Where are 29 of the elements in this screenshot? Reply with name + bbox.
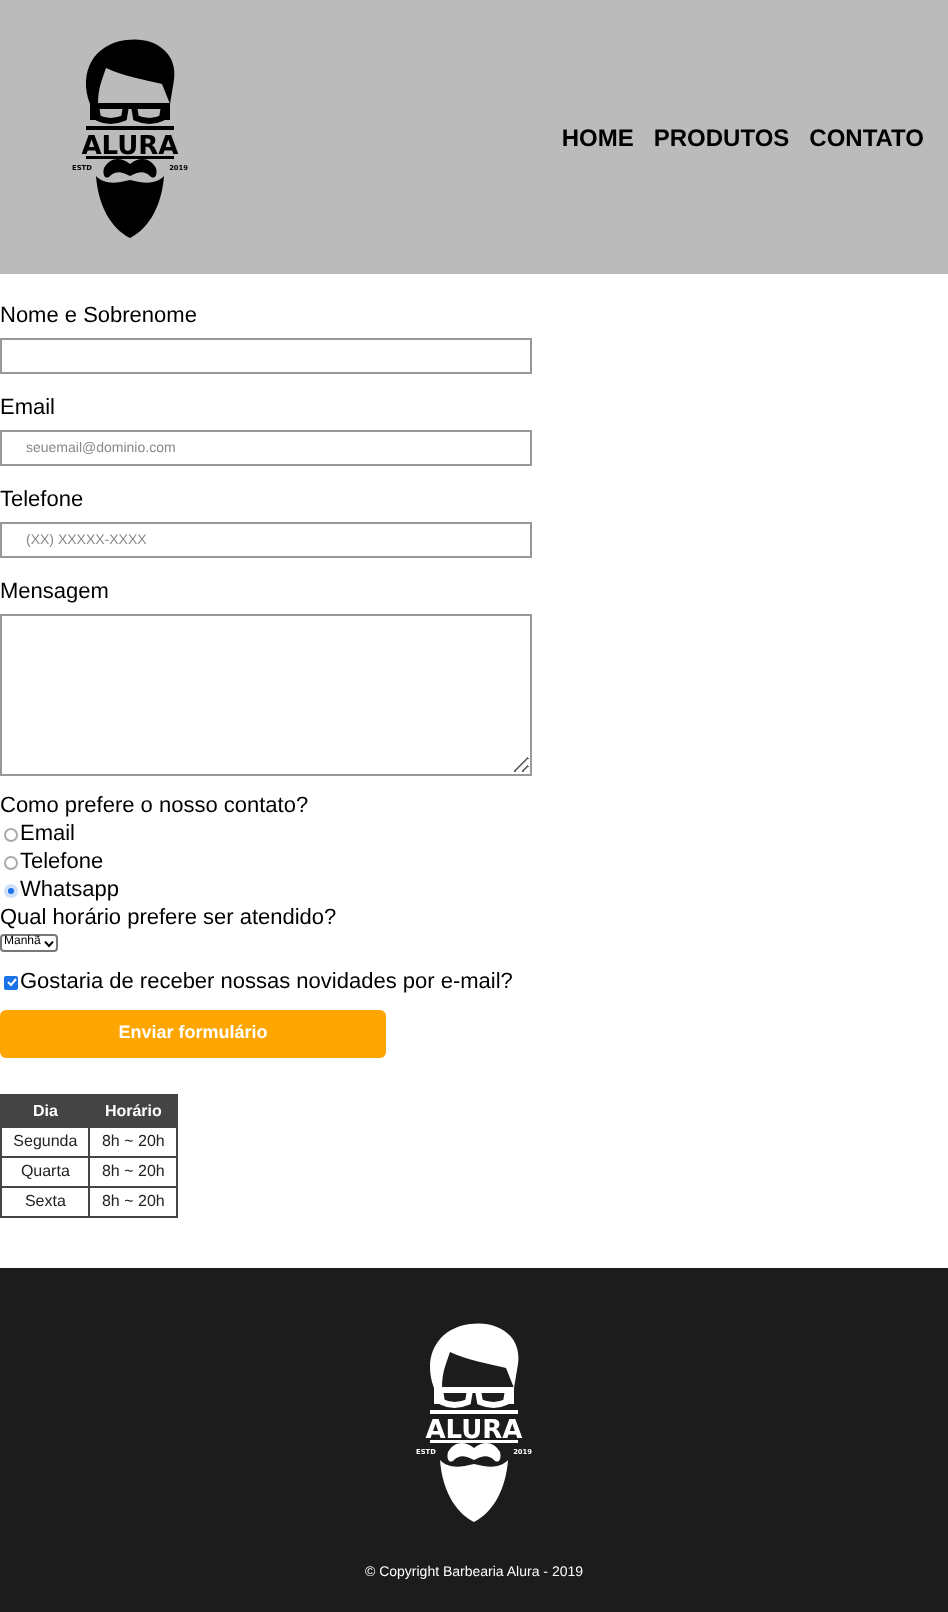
question-text: Qual horário prefere ser atendido? xyxy=(0,904,339,932)
radio-label: Telefone xyxy=(20,847,104,878)
table-cell: Sexta xyxy=(1,1187,90,1217)
caret-icon xyxy=(44,939,55,947)
nav-link[interactable]: PRODUTOS xyxy=(653,119,790,155)
radio-button[interactable] xyxy=(4,855,18,869)
input-field[interactable] xyxy=(0,338,532,374)
table-cell: 8h ~ 20h xyxy=(89,1127,177,1157)
table-cell: Segunda xyxy=(1,1127,90,1157)
logo-wordmark: ALURA xyxy=(425,1416,523,1446)
radio-label: Email xyxy=(20,819,76,850)
nav-link[interactable]: HOME xyxy=(561,119,634,155)
checkbox-label: Gostaria de receber nossas novidades por e-mail? xyxy=(20,967,513,998)
message-field[interactable] xyxy=(0,614,532,776)
table-cell: 8h ~ 20h xyxy=(89,1157,177,1187)
radio-button[interactable] xyxy=(4,827,18,841)
checkbox[interactable] xyxy=(4,975,18,989)
logo-wordmark: ALURA xyxy=(81,131,179,161)
field-label: Email xyxy=(0,396,58,422)
field-label: Mensagem xyxy=(0,580,111,606)
nav-link[interactable]: CONTATO xyxy=(809,119,924,155)
column-header: Horário xyxy=(89,1095,177,1127)
radio-label: Whatsapp xyxy=(20,875,120,906)
question-text: Como prefere o nosso contato? xyxy=(0,792,311,820)
field-label: Nome e Sobrenome xyxy=(0,304,199,330)
field-label: Telefone xyxy=(0,488,86,514)
column-header: Dia xyxy=(1,1095,90,1127)
table-cell: 8h ~ 20h xyxy=(89,1187,177,1217)
table-cell: Quarta xyxy=(1,1157,90,1187)
